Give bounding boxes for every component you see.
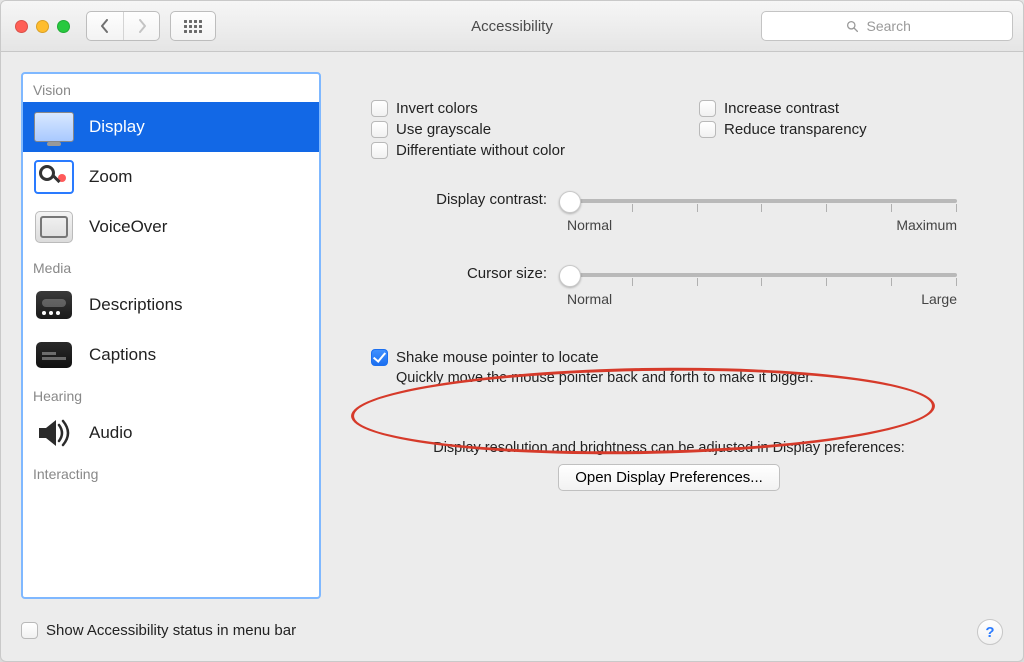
- captions-icon: [36, 342, 72, 368]
- category-sidebar[interactable]: Vision Display Zoom VoiceOver Media Desc…: [21, 72, 321, 599]
- display-icon: [34, 112, 74, 142]
- checkbox-differentiate-without-color[interactable]: Differentiate without color: [371, 142, 639, 159]
- slider-track: [567, 199, 957, 203]
- minimize-window-button[interactable]: [36, 20, 49, 33]
- forward-button[interactable]: [123, 12, 159, 40]
- voiceover-icon: [35, 211, 73, 243]
- slider-knob[interactable]: [559, 265, 581, 287]
- group-label-vision: Vision: [23, 74, 319, 102]
- window-controls: [11, 20, 76, 33]
- slider-max-label: Maximum: [896, 217, 957, 233]
- slider-ticks: [567, 204, 957, 212]
- checkbox-label: Increase contrast: [724, 100, 839, 117]
- checkbox-icon: [21, 622, 38, 639]
- shake-description: Quickly move the mouse pointer back and …: [396, 370, 967, 386]
- show-all-button[interactable]: [170, 11, 216, 41]
- checkbox-reduce-transparency[interactable]: Reduce transparency: [699, 121, 967, 138]
- footer: Show Accessibility status in menu bar ?: [1, 619, 1023, 661]
- checkbox-label: Invert colors: [396, 100, 478, 117]
- slider-ticks: [567, 278, 957, 286]
- display-contrast-label: Display contrast:: [371, 189, 547, 208]
- checkbox-invert-colors[interactable]: Invert colors: [371, 100, 639, 117]
- checkbox-label: Use grayscale: [396, 121, 491, 138]
- display-preferences-note: Display resolution and brightness can be…: [371, 440, 967, 456]
- chevron-right-icon: [137, 19, 147, 33]
- checkbox-use-grayscale[interactable]: Use grayscale: [371, 121, 639, 138]
- checkbox-label: Reduce transparency: [724, 121, 867, 138]
- sidebar-item-captions[interactable]: Captions: [23, 330, 319, 380]
- sidebar-item-label: VoiceOver: [89, 217, 167, 237]
- sidebar-item-label: Display: [89, 117, 145, 137]
- sidebar-item-audio[interactable]: Audio: [23, 408, 319, 458]
- chevron-left-icon: [100, 19, 110, 33]
- speaker-icon: [35, 417, 73, 449]
- checkbox-increase-contrast[interactable]: Increase contrast: [699, 100, 967, 117]
- slider-min-label: Normal: [567, 217, 612, 233]
- sidebar-item-descriptions[interactable]: Descriptions: [23, 280, 319, 330]
- checkbox-icon: [699, 121, 716, 138]
- group-label-media: Media: [23, 252, 319, 280]
- sidebar-item-voiceover[interactable]: VoiceOver: [23, 202, 319, 252]
- sidebar-item-label: Zoom: [89, 167, 132, 187]
- sidebar-item-label: Captions: [89, 345, 156, 365]
- help-button[interactable]: ?: [977, 619, 1003, 645]
- sidebar-item-label: Descriptions: [89, 295, 183, 315]
- titlebar: Accessibility: [1, 1, 1023, 52]
- display-contrast-slider[interactable]: Normal Maximum: [557, 189, 967, 229]
- group-label-hearing: Hearing: [23, 380, 319, 408]
- checkbox-label: Shake mouse pointer to locate: [396, 349, 599, 366]
- checkbox-label: Show Accessibility status in menu bar: [46, 622, 296, 639]
- checkbox-icon: [371, 349, 388, 366]
- search-input[interactable]: [865, 17, 929, 35]
- cursor-size-slider[interactable]: Normal Large: [557, 263, 967, 303]
- back-button[interactable]: [87, 12, 123, 40]
- cursor-size-label: Cursor size:: [371, 263, 547, 282]
- group-label-interacting: Interacting: [23, 458, 319, 486]
- checkbox-label: Differentiate without color: [396, 142, 565, 159]
- checkbox-show-status-menu-bar[interactable]: Show Accessibility status in menu bar: [21, 622, 296, 639]
- nav-segmented-control: [86, 11, 160, 41]
- zoom-window-button[interactable]: [57, 20, 70, 33]
- checkbox-icon: [371, 100, 388, 117]
- zoom-icon: [34, 160, 74, 194]
- open-display-preferences-button[interactable]: Open Display Preferences...: [558, 464, 780, 491]
- slider-track: [567, 273, 957, 277]
- close-window-button[interactable]: [15, 20, 28, 33]
- grid-icon: [184, 20, 202, 33]
- slider-max-label: Large: [921, 291, 957, 307]
- checkbox-icon: [371, 142, 388, 159]
- sidebar-item-zoom[interactable]: Zoom: [23, 152, 319, 202]
- search-icon: [846, 20, 859, 33]
- preferences-window: Accessibility Vision Display Zoom VoiceO…: [0, 0, 1024, 662]
- slider-min-label: Normal: [567, 291, 612, 307]
- sidebar-item-display[interactable]: Display: [23, 102, 319, 152]
- search-field[interactable]: [761, 11, 1013, 41]
- checkbox-icon: [371, 121, 388, 138]
- checkbox-icon: [699, 100, 716, 117]
- display-pane: Invert colors Use grayscale Differentiat…: [335, 72, 1003, 599]
- slider-knob[interactable]: [559, 191, 581, 213]
- descriptions-icon: [36, 291, 72, 319]
- checkbox-shake-to-locate[interactable]: Shake mouse pointer to locate: [371, 349, 967, 366]
- sidebar-item-label: Audio: [89, 423, 132, 443]
- body: Vision Display Zoom VoiceOver Media Desc…: [1, 52, 1023, 619]
